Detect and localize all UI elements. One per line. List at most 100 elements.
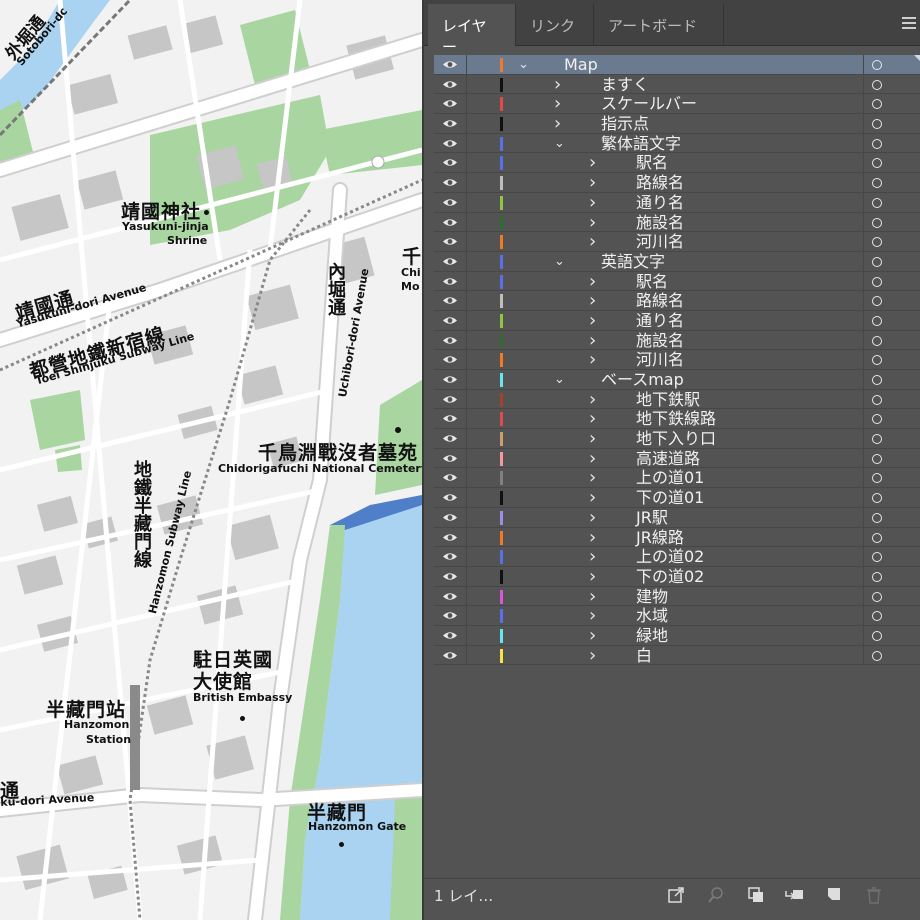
visibility-eye-icon[interactable] (442, 315, 458, 326)
visibility-eye-icon[interactable] (442, 138, 458, 149)
visibility-eye-icon[interactable] (442, 433, 458, 444)
layer-name[interactable]: 路線名 (636, 291, 684, 310)
target-circle-icon[interactable] (872, 256, 882, 267)
layer-name[interactable]: 駅名 (636, 153, 668, 172)
target-circle-icon[interactable] (872, 532, 882, 543)
visibility-eye-icon[interactable] (442, 453, 458, 464)
layer-name[interactable]: 地下鉄線路 (636, 409, 716, 428)
layer-row[interactable]: › 路線名 (434, 173, 920, 193)
layer-name[interactable]: 緑地 (636, 626, 668, 645)
chevron-right-icon[interactable]: › (589, 351, 596, 369)
layer-name[interactable]: 水域 (636, 606, 668, 625)
visibility-eye-icon[interactable] (442, 610, 458, 621)
chevron-right-icon[interactable]: › (589, 508, 596, 527)
visibility-eye-icon[interactable] (442, 236, 458, 247)
target-circle-icon[interactable] (872, 178, 882, 189)
chevron-right-icon[interactable]: › (589, 646, 596, 665)
chevron-right-icon[interactable]: › (589, 193, 596, 212)
layer-row[interactable]: › 地下鉄線路 (434, 409, 920, 430)
visibility-eye-icon[interactable] (442, 413, 458, 424)
chevron-right-icon[interactable]: › (589, 626, 596, 645)
chevron-right-icon[interactable]: › (589, 469, 596, 487)
layer-row[interactable]: › 河川名 (434, 350, 920, 370)
new-layer-icon[interactable] (824, 885, 844, 905)
visibility-eye-icon[interactable] (442, 197, 458, 208)
layer-name[interactable]: 高速道路 (636, 449, 700, 468)
chevron-right-icon[interactable]: › (589, 449, 596, 468)
target-circle-icon[interactable] (872, 611, 882, 622)
layer-name[interactable]: 駅名 (636, 272, 668, 291)
visibility-eye-icon[interactable] (442, 217, 458, 228)
target-circle-icon[interactable] (872, 60, 882, 70)
layer-row[interactable]: › 施設名 (434, 212, 920, 233)
layer-name[interactable]: 路線名 (636, 173, 684, 192)
target-circle-icon[interactable] (872, 473, 882, 484)
visibility-eye-icon[interactable] (442, 374, 458, 385)
chevron-down-icon[interactable]: ⌄ (554, 253, 565, 271)
map-canvas[interactable]: 靖國神社 Yasukuni-jinja Shrine 靖國通 Yasukuni-… (0, 0, 422, 920)
layer-row[interactable]: › 通り名 (434, 192, 920, 213)
visibility-eye-icon[interactable] (442, 98, 458, 109)
layer-row[interactable]: › 下の道02 (434, 566, 920, 587)
target-circle-icon[interactable] (872, 158, 882, 169)
layer-row[interactable]: › 指示点 (434, 114, 920, 134)
chevron-right-icon[interactable]: › (589, 213, 596, 232)
layer-row[interactable]: ⌄ Map (434, 55, 920, 75)
target-circle-icon[interactable] (872, 296, 882, 307)
target-circle-icon[interactable] (872, 414, 882, 425)
layer-name[interactable]: 地下鉄駅 (636, 390, 700, 409)
layer-row[interactable]: › 通り名 (434, 310, 920, 331)
target-circle-icon[interactable] (872, 453, 882, 464)
target-circle-icon[interactable] (872, 197, 882, 208)
layer-row[interactable]: › 地下鉄駅 (434, 389, 920, 410)
layer-row[interactable]: › 高速道路 (434, 448, 920, 469)
visibility-eye-icon[interactable] (442, 354, 458, 365)
chevron-right-icon[interactable]: › (589, 528, 596, 547)
layer-name[interactable]: 通り名 (636, 193, 684, 212)
visibility-eye-icon[interactable] (442, 492, 458, 503)
visibility-eye-icon[interactable] (442, 157, 458, 168)
layer-row[interactable]: › 緑地 (434, 625, 920, 646)
chevron-right-icon[interactable]: › (589, 272, 596, 291)
target-circle-icon[interactable] (872, 552, 882, 563)
clip-mask-icon[interactable] (746, 885, 766, 905)
chevron-right-icon[interactable]: › (589, 587, 596, 606)
layer-name[interactable]: 通り名 (636, 311, 684, 330)
target-circle-icon[interactable] (872, 355, 882, 366)
layer-name[interactable]: 指示点 (601, 114, 649, 133)
panel-menu-icon[interactable] (902, 17, 916, 29)
layer-name[interactable]: スケールバー (601, 94, 697, 113)
layer-row[interactable]: › 地下入り口 (434, 429, 920, 449)
visibility-eye-icon[interactable] (442, 551, 458, 562)
layer-name[interactable]: 河川名 (636, 232, 684, 251)
visibility-eye-icon[interactable] (442, 630, 458, 641)
target-circle-icon[interactable] (872, 571, 882, 582)
target-circle-icon[interactable] (872, 650, 882, 661)
target-circle-icon[interactable] (872, 512, 882, 523)
target-circle-icon[interactable] (872, 315, 882, 326)
chevron-down-icon[interactable]: ⌄ (554, 135, 565, 153)
move-to-layer-icon[interactable] (784, 885, 804, 905)
target-circle-icon[interactable] (872, 434, 882, 445)
layer-row[interactable]: › 施設名 (434, 330, 920, 351)
trash-icon[interactable] (864, 885, 884, 905)
target-circle-icon[interactable] (872, 276, 882, 287)
target-circle-icon[interactable] (872, 493, 882, 504)
chevron-right-icon[interactable]: › (589, 311, 596, 330)
chevron-right-icon[interactable]: › (589, 607, 596, 625)
layer-row[interactable]: › JR駅 (434, 507, 920, 528)
layer-row[interactable]: › 建物 (434, 586, 920, 607)
layer-row[interactable]: › ますく (434, 74, 920, 95)
layer-row[interactable]: › 駅名 (434, 153, 920, 174)
layer-name[interactable]: 建物 (636, 587, 668, 606)
target-circle-icon[interactable] (872, 138, 882, 149)
tab-links[interactable]: リンク (516, 4, 594, 46)
visibility-eye-icon[interactable] (442, 335, 458, 346)
export-icon[interactable] (666, 885, 686, 905)
layer-name[interactable]: 地下入り口 (636, 429, 716, 448)
target-circle-icon[interactable] (872, 335, 882, 346)
layer-name[interactable]: Map (564, 55, 598, 74)
layer-row[interactable]: › 下の道01 (434, 488, 920, 508)
layer-name[interactable]: 下の道01 (636, 488, 704, 507)
target-circle-icon[interactable] (872, 237, 882, 248)
